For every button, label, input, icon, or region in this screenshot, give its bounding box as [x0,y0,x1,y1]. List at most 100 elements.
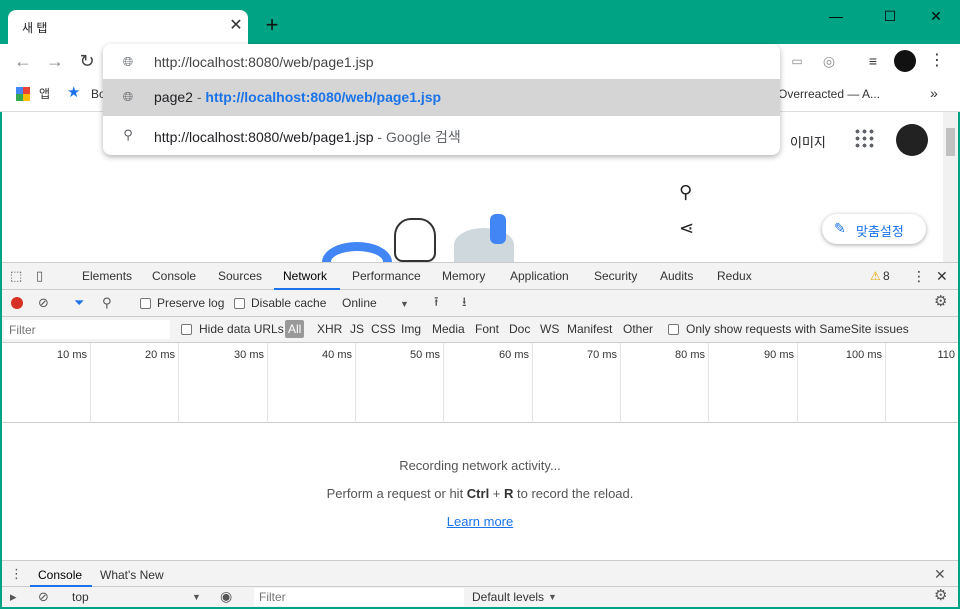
omnibox-input-row[interactable]: 🌐︎ http://localhost:8080/web/page1.jsp [103,44,780,81]
tab-redux[interactable]: Redux [717,263,752,290]
clear-icon[interactable]: ⊘ [38,295,49,311]
chevron-down-icon[interactable]: ▼ [192,589,201,605]
globe-icon: 🌐︎ [122,54,134,69]
timeline-tick-label: 90 ms [764,349,794,361]
preserve-log-checkbox[interactable] [140,298,151,309]
type-filter-all[interactable]: All [285,320,305,338]
disable-cache-checkbox[interactable] [234,298,245,309]
record-icon[interactable] [11,297,23,309]
star-icon: ★ [67,84,81,101]
gear-icon[interactable]: ⚙ [934,588,947,604]
customize-button[interactable]: ✎ 맞춤설정 [822,214,926,244]
omnibox-input[interactable]: http://localhost:8080/web/page1.jsp [154,54,374,70]
type-filter-media[interactable]: Media [432,321,465,337]
samesite-checkbox[interactable] [668,324,679,335]
type-filter-ws[interactable]: WS [540,321,559,337]
inspect-element-icon[interactable]: ⬚ [10,268,22,284]
network-toolbar: ⊘ ⏷ ⚲ Preserve log Disable cache Online … [2,290,958,317]
tab-sources[interactable]: Sources [218,263,262,290]
omnibox-suggestion[interactable]: ⚲ http://localhost:8080/web/page1.jsp - … [103,117,780,154]
google-apps-icon[interactable] [854,128,874,148]
media-control-icon[interactable]: ≡ [862,50,884,72]
network-timeline-overview[interactable]: 10 ms 20 ms 30 ms 40 ms 50 ms 60 ms 70 m… [2,343,958,423]
tab-memory[interactable]: Memory [442,263,485,290]
drawer-close-icon[interactable]: ✕ [934,566,946,582]
type-filter-doc[interactable]: Doc [509,321,530,337]
sidebar-toggle-icon[interactable]: ▸ [10,589,17,605]
type-filter-img[interactable]: Img [401,321,421,337]
share-icon[interactable]: ⋖ [679,218,694,239]
tab-console[interactable]: Console [152,263,196,290]
tab-audits[interactable]: Audits [660,263,693,290]
console-filter-input[interactable] [254,588,464,606]
reload-icon[interactable]: ↻ [76,50,98,72]
drawer-tab-whats-new[interactable]: What's New [100,567,164,583]
forward-icon[interactable]: → [44,50,66,72]
minimize-button[interactable]: — [826,6,846,26]
console-drawer: ⋮ Console What's New ✕ ▸ ⊘ top ▼ ◉ Defau… [2,560,958,607]
tab-performance[interactable]: Performance [352,263,421,290]
gear-icon[interactable]: ⚙ [934,294,947,310]
close-window-button[interactable]: ✕ [926,6,946,26]
export-har-icon[interactable]: ⭳ [462,294,467,310]
device-toolbar-icon[interactable]: ▯ [36,268,43,284]
tab-security[interactable]: Security [594,263,637,290]
type-filter-manifest[interactable]: Manifest [567,321,612,337]
browser-tab[interactable]: 새 탭 ✕ [8,10,248,44]
search-icon[interactable]: ⚲ [102,295,112,311]
chevron-down-icon[interactable]: ▼ [548,589,557,605]
search-icon[interactable]: ⚲ [679,182,692,203]
extension-icon[interactable]: ◎ [818,50,840,72]
timeline-gridline [267,343,268,423]
back-icon[interactable]: ← [12,50,34,72]
type-filter-xhr[interactable]: XHR [317,321,342,337]
recording-message: Recording network activity... [399,458,561,473]
menu-icon[interactable]: ⋮ [926,50,948,72]
type-filter-js[interactable]: JS [350,321,364,337]
bookmarks-more-icon[interactable]: » [930,85,938,101]
drawer-menu-icon[interactable]: ⋮ [10,566,23,582]
type-filter-css[interactable]: CSS [371,321,396,337]
images-link[interactable]: 이미지 [790,132,826,151]
timeline-gridline [708,343,709,423]
timeline-gridline [797,343,798,423]
page-scrollbar-thumb[interactable] [946,128,955,156]
devtools-close-icon[interactable]: ✕ [936,263,948,290]
tab-network[interactable]: Network [283,263,327,290]
type-filter-font[interactable]: Font [475,321,499,337]
devtools-menu-icon[interactable]: ⋮ [912,263,926,290]
drawer-tab-console[interactable]: Console [38,567,82,583]
cast-icon[interactable]: ▭ [786,50,808,72]
tab-close-icon[interactable]: ✕ [226,16,246,36]
warning-icon[interactable]: ⚠ [870,263,881,290]
filter-input[interactable] [4,320,170,339]
log-levels-select[interactable]: Default levels [472,589,544,605]
warning-count[interactable]: 8 [883,263,890,290]
apps-label[interactable]: 앱 [39,86,50,102]
doodle-face[interactable] [394,218,436,262]
hide-data-urls-checkbox[interactable] [181,324,192,335]
omnibox-suggestion[interactable]: 🌐︎ page2 - http://localhost:8080/web/pag… [103,79,780,116]
account-avatar[interactable] [896,124,928,156]
globe-icon: 🌐︎ [122,89,134,104]
timeline-tick-label: 10 ms [57,349,87,361]
throttling-select[interactable]: Online [342,295,377,311]
eye-icon[interactable]: ◉ [220,588,232,604]
apps-icon[interactable] [16,87,30,101]
clear-console-icon[interactable]: ⊘ [38,589,49,605]
timeline-gridline [178,343,179,423]
filter-icon[interactable]: ⏷ [74,295,84,311]
chevron-down-icon[interactable]: ▼ [400,296,409,312]
profile-avatar[interactable] [894,50,916,72]
type-filter-other[interactable]: Other [623,321,653,337]
context-select[interactable]: top [72,589,89,605]
record-hint: Perform a request or hit Ctrl + R to rec… [326,486,634,501]
timeline-tick-label: 100 ms [845,349,882,361]
new-tab-button[interactable]: + [262,14,282,36]
bookmark-overreacted[interactable]: Overreacted — A... [778,86,880,102]
import-har-icon[interactable]: ⭱ [434,294,439,310]
tab-application[interactable]: Application [510,263,569,290]
maximize-button[interactable]: ☐ [880,6,900,26]
tab-elements[interactable]: Elements [82,263,132,290]
learn-more-link[interactable]: Learn more [447,514,513,529]
